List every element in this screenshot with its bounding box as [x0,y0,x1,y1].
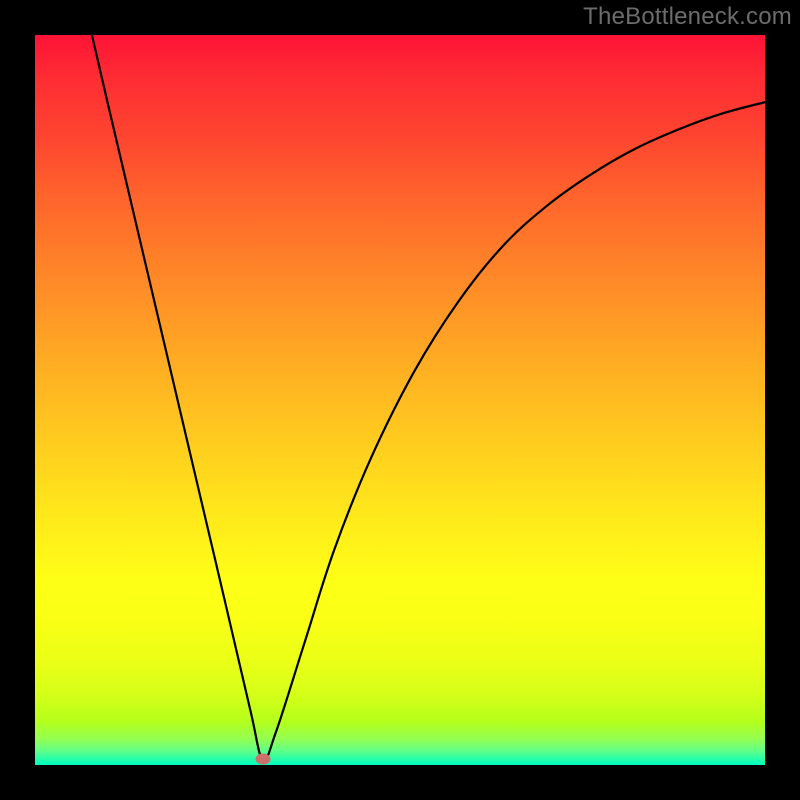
plot-area [35,35,765,765]
bottleneck-curve [92,35,765,760]
chart-frame: TheBottleneck.com [0,0,800,800]
watermark-text: TheBottleneck.com [583,3,792,31]
curve-svg [35,35,765,765]
optimum-marker [255,754,270,765]
